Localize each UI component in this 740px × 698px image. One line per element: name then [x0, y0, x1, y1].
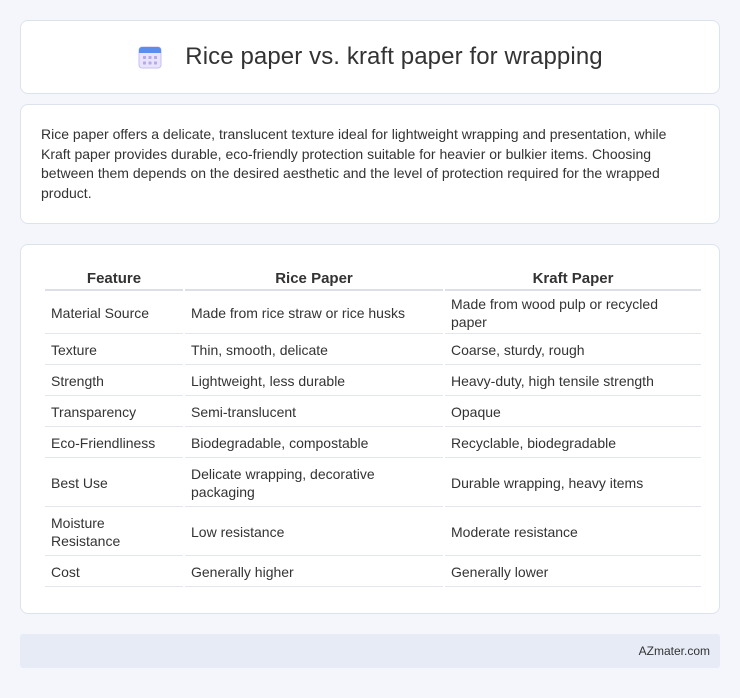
rice-paper-cell: Low resistance: [185, 509, 443, 556]
feature-cell: Material Source: [45, 293, 183, 334]
kraft-paper-cell: Durable wrapping, heavy items: [445, 460, 701, 507]
comparison-table-card: Feature Rice Paper Kraft Paper Material …: [20, 244, 720, 614]
table-row: Material Source Made from rice straw or …: [45, 293, 701, 334]
feature-cell: Best Use: [45, 460, 183, 507]
kraft-paper-cell: Made from wood pulp or recycled paper: [445, 293, 701, 334]
rice-paper-cell: Delicate wrapping, decorative packaging: [185, 460, 443, 507]
feature-cell: Transparency: [45, 398, 183, 427]
title-card: Rice paper vs. kraft paper for wrapping: [20, 20, 720, 94]
table-header-row: Feature Rice Paper Kraft Paper: [45, 267, 701, 291]
table-row: Transparency Semi-translucent Opaque: [45, 398, 701, 427]
description-text: Rice paper offers a delicate, translucen…: [41, 126, 667, 201]
feature-cell: Eco-Friendliness: [45, 429, 183, 458]
kraft-paper-cell: Coarse, sturdy, rough: [445, 336, 701, 365]
kraft-paper-cell: Heavy-duty, high tensile strength: [445, 367, 701, 396]
table-row: Best Use Delicate wrapping, decorative p…: [45, 460, 701, 507]
calendar-icon: [138, 46, 162, 69]
footer-brand: AZmater.com: [638, 644, 710, 658]
rice-paper-cell: Generally higher: [185, 558, 443, 587]
rice-paper-cell: Made from rice straw or rice husks: [185, 293, 443, 334]
column-header-rice-paper: Rice Paper: [185, 267, 443, 291]
column-header-feature: Feature: [45, 267, 183, 291]
table-row: Moisture Resistance Low resistance Moder…: [45, 509, 701, 556]
kraft-paper-cell: Recyclable, biodegradable: [445, 429, 701, 458]
rice-paper-cell: Lightweight, less durable: [185, 367, 443, 396]
footer: AZmater.com: [20, 634, 720, 668]
column-header-kraft-paper: Kraft Paper: [445, 267, 701, 291]
table-row: Cost Generally higher Generally lower: [45, 558, 701, 587]
description-card: Rice paper offers a delicate, translucen…: [20, 104, 720, 224]
feature-cell: Cost: [45, 558, 183, 587]
table-row: Texture Thin, smooth, delicate Coarse, s…: [45, 336, 701, 365]
table-row: Eco-Friendliness Biodegradable, composta…: [45, 429, 701, 458]
feature-cell: Moisture Resistance: [45, 509, 183, 556]
feature-cell: Strength: [45, 367, 183, 396]
rice-paper-cell: Biodegradable, compostable: [185, 429, 443, 458]
page-title: Rice paper vs. kraft paper for wrapping: [185, 43, 603, 70]
rice-paper-cell: Semi-translucent: [185, 398, 443, 427]
kraft-paper-cell: Moderate resistance: [445, 509, 701, 556]
table-row: Strength Lightweight, less durable Heavy…: [45, 367, 701, 396]
rice-paper-cell: Thin, smooth, delicate: [185, 336, 443, 365]
kraft-paper-cell: Generally lower: [445, 558, 701, 587]
feature-cell: Texture: [45, 336, 183, 365]
kraft-paper-cell: Opaque: [445, 398, 701, 427]
comparison-table: Feature Rice Paper Kraft Paper Material …: [43, 265, 703, 589]
